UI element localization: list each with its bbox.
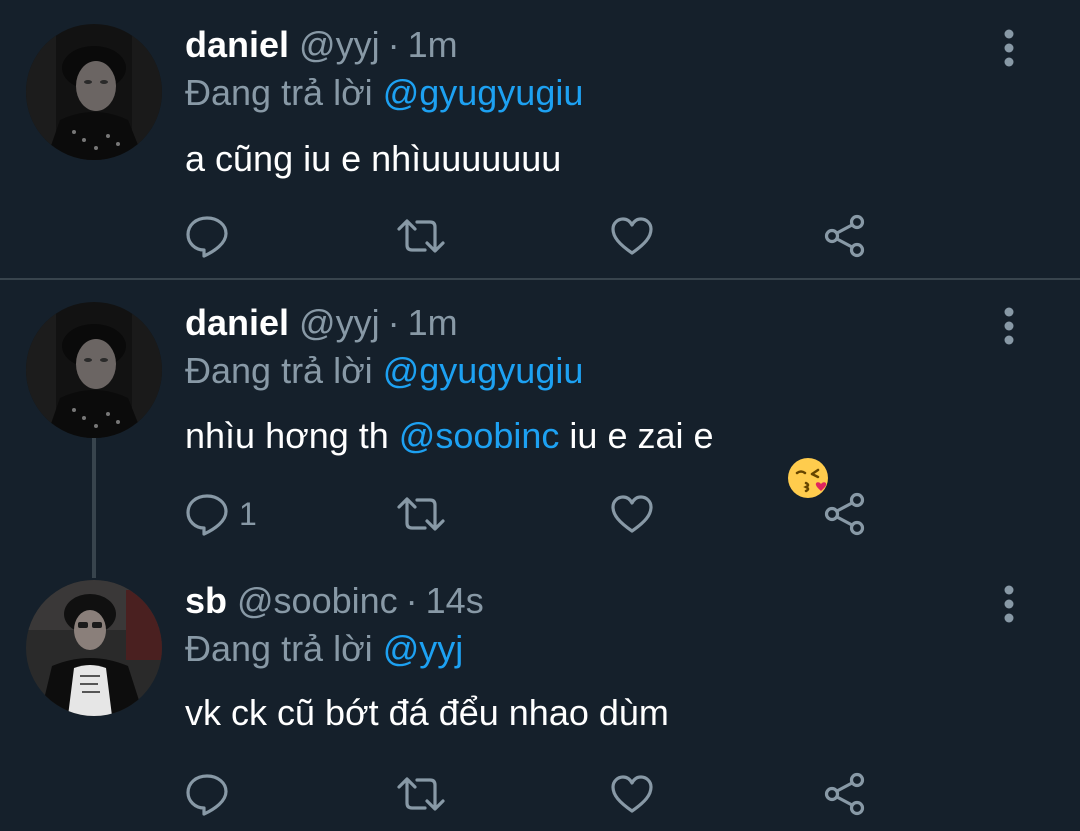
like-button[interactable] — [610, 492, 654, 536]
display-name[interactable]: sb — [185, 580, 227, 622]
share-icon — [823, 492, 867, 536]
retweet-button[interactable] — [397, 492, 445, 536]
timestamp[interactable]: 1m — [408, 24, 458, 66]
replying-to: Đang trả lời @yyj — [185, 628, 463, 670]
separator-dot: · — [387, 24, 400, 65]
reply-icon — [185, 214, 229, 258]
replying-to-label: Đang trả lời — [185, 628, 383, 669]
separator-dot: · — [387, 302, 400, 343]
like-icon — [610, 772, 654, 816]
like-icon — [610, 214, 654, 258]
timestamp[interactable]: 14s — [426, 580, 484, 622]
action-bar — [185, 214, 885, 258]
display-name[interactable]: daniel — [185, 302, 289, 344]
avatar[interactable] — [26, 302, 162, 438]
tweet-1[interactable]: daniel @yyj · 1m Đang trả lời @gyugyugiu… — [0, 0, 1080, 278]
replying-to-mention[interactable]: @gyugyugiu — [383, 72, 584, 113]
reply-icon — [185, 492, 229, 536]
retweet-icon — [397, 772, 445, 816]
share-button[interactable] — [823, 214, 867, 258]
like-button[interactable] — [610, 772, 654, 816]
reply-button[interactable] — [185, 214, 239, 258]
tweet-text: nhìu hơng th @soobinc iu e zai e — [185, 414, 828, 498]
replying-to-mention[interactable]: @gyugyugiu — [383, 350, 584, 391]
replying-to: Đang trả lời @gyugyugiu — [185, 72, 583, 114]
separator-dot: · — [405, 580, 418, 621]
retweet-button[interactable] — [397, 214, 445, 258]
tweet-2[interactable]: daniel @yyj · 1m Đang trả lời @gyugyugiu… — [0, 280, 1080, 570]
share-icon — [823, 214, 867, 258]
share-button[interactable] — [823, 772, 867, 816]
tweet-text: vk ck cũ bớt đá đểu nhao dùm — [185, 692, 669, 734]
more-options-icon[interactable] — [996, 28, 1022, 68]
action-bar — [185, 772, 885, 816]
tweet-text-after: iu e zai e — [559, 415, 714, 456]
tweet-text-content: vk ck cũ bớt đá đểu nhao dùm — [185, 692, 669, 733]
display-name[interactable]: daniel — [185, 24, 289, 66]
like-button[interactable] — [610, 214, 654, 258]
reply-count: 1 — [239, 495, 257, 532]
tweet-header: daniel @yyj · 1m — [185, 24, 458, 70]
reply-button[interactable]: 1 — [185, 492, 257, 536]
user-handle[interactable]: @yyj — [299, 24, 380, 66]
reply-icon — [185, 772, 229, 816]
tweet-header: daniel @yyj · 1m — [185, 302, 458, 348]
share-icon — [823, 772, 867, 816]
share-button[interactable] — [823, 492, 867, 536]
avatar[interactable] — [26, 580, 162, 716]
tweet-3[interactable]: sb @soobinc · 14s Đang trả lời @yyj vk c… — [0, 570, 1080, 831]
replying-to-label: Đang trả lời — [185, 72, 383, 113]
tweet-text-mention[interactable]: @soobinc — [399, 415, 560, 457]
timestamp[interactable]: 1m — [408, 302, 458, 344]
action-bar: 1 — [185, 492, 885, 536]
tweet-text-content: a cũng iu e nhìuuuuuuu — [185, 138, 562, 179]
tweet-header: sb @soobinc · 14s — [185, 580, 484, 626]
thread-connector-line — [92, 438, 96, 578]
user-handle[interactable]: @yyj — [299, 302, 380, 344]
more-options-icon[interactable] — [996, 584, 1022, 624]
avatar[interactable] — [26, 24, 162, 160]
more-options-icon[interactable] — [996, 306, 1022, 346]
like-icon — [610, 492, 654, 536]
replying-to-mention[interactable]: @yyj — [383, 628, 464, 669]
face-blowing-kiss-emoji — [726, 414, 828, 498]
retweet-icon — [397, 214, 445, 258]
replying-to: Đang trả lời @gyugyugiu — [185, 350, 583, 392]
retweet-icon — [397, 492, 445, 536]
user-handle[interactable]: @soobinc — [237, 580, 398, 622]
tweet-text-before: nhìu hơng th — [185, 415, 399, 456]
reply-button[interactable] — [185, 772, 239, 816]
replying-to-label: Đang trả lời — [185, 350, 383, 391]
retweet-button[interactable] — [397, 772, 445, 816]
tweet-text: a cũng iu e nhìuuuuuuu — [185, 138, 561, 180]
